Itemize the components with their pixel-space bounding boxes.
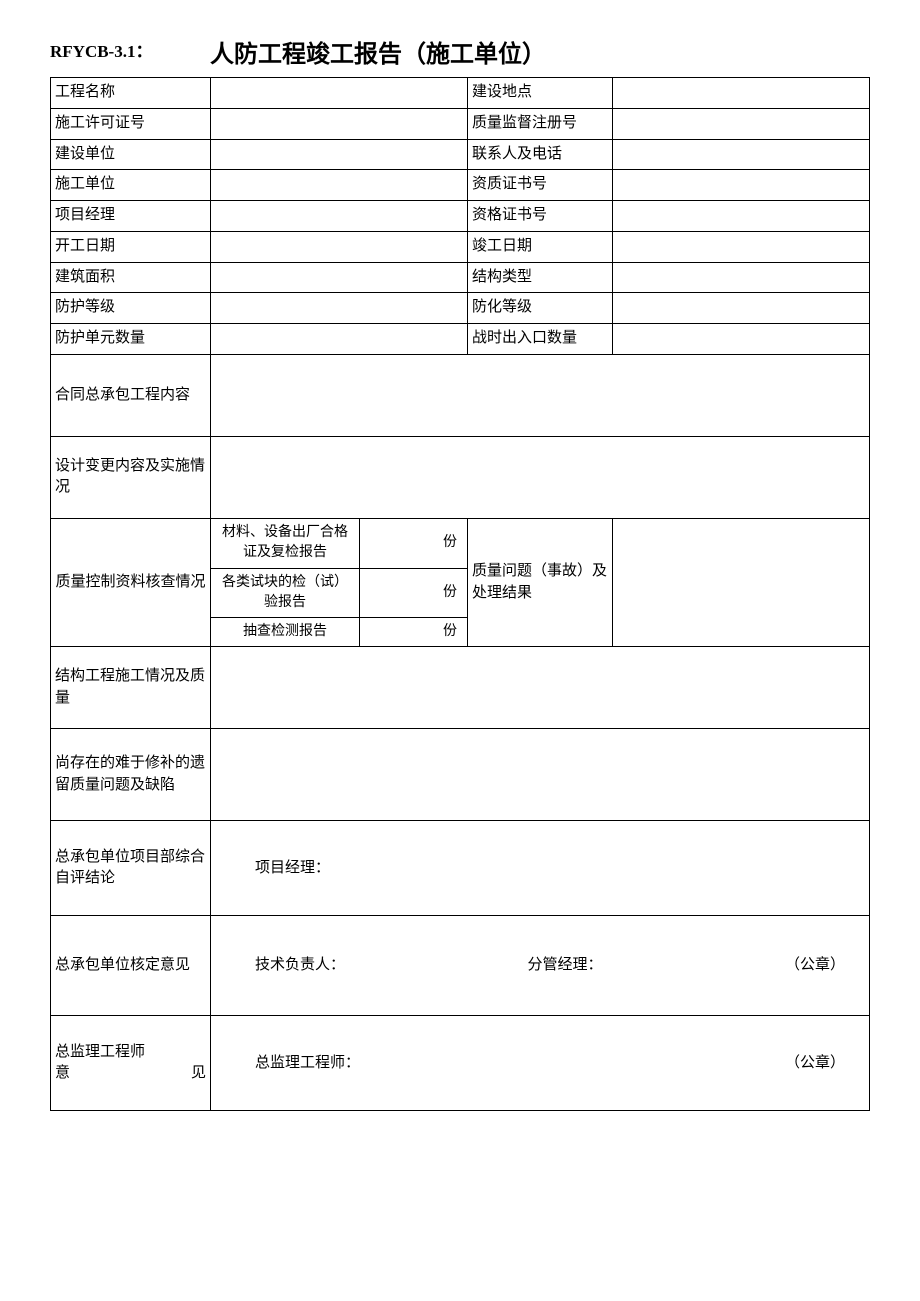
value-protection-grade[interactable] — [211, 293, 468, 324]
label-construction-site: 建设地点 — [468, 78, 613, 109]
label-qualif-cert2: 资格证书号 — [468, 201, 613, 232]
label-structure-type: 结构类型 — [468, 262, 613, 293]
label-chemical-grade: 防化等级 — [468, 293, 613, 324]
value-construct-unit[interactable] — [211, 170, 468, 201]
seal-label: （公章） — [785, 955, 845, 977]
value-end-date[interactable] — [613, 231, 870, 262]
value-chemical-grade[interactable] — [613, 293, 870, 324]
label-spot-check: 抽查检测报告 — [211, 618, 359, 646]
seal-label: （公章） — [785, 1053, 845, 1075]
label-construct-unit: 施工单位 — [51, 170, 211, 201]
value-construction-site[interactable] — [613, 78, 870, 109]
header: RFYCB-3.1： 人防工程竣工报告（施工单位） — [50, 40, 870, 71]
label-wartime-entrances: 战时出入口数量 — [468, 324, 613, 355]
value-permit-no[interactable] — [211, 108, 468, 139]
value-quality-reg-no[interactable] — [613, 108, 870, 139]
deputy-mgr-sig-label: 分管经理： — [527, 955, 602, 977]
chief-eng-sig-label: 总监理工程师： — [255, 1053, 360, 1075]
unit-copies: 份 — [443, 624, 457, 639]
value-project-name[interactable] — [211, 78, 468, 109]
value-contractor-approval[interactable]: 技术负责人： 分管经理： （公章） — [211, 916, 870, 1016]
value-contract-scope[interactable] — [211, 354, 870, 436]
tech-lead-sig-label: 技术负责人： — [255, 955, 345, 977]
label-structure-quality: 结构工程施工情况及质量 — [51, 647, 211, 729]
value-contractor-self-eval[interactable]: 项目经理： — [211, 821, 870, 916]
label-material-cert: 材料、设备出厂合格证及复检报告 — [211, 519, 359, 568]
unit-copies: 份 — [443, 535, 457, 550]
value-design-change[interactable] — [211, 436, 870, 518]
label-end-date: 竣工日期 — [468, 231, 613, 262]
label-protection-grade: 防护等级 — [51, 293, 211, 324]
value-building-area[interactable] — [211, 262, 468, 293]
value-start-date[interactable] — [211, 231, 468, 262]
label-protection-units: 防护单元数量 — [51, 324, 211, 355]
value-structure-quality[interactable] — [211, 647, 870, 729]
label-contract-scope: 合同总承包工程内容 — [51, 354, 211, 436]
label-pm: 项目经理 — [51, 201, 211, 232]
label-design-change: 设计变更内容及实施情况 — [51, 436, 211, 518]
label-contractor-self-eval: 总承包单位项目部综合自评结论 — [51, 821, 211, 916]
label-remaining-defects: 尚存在的难于修补的遗留质量问题及缺陷 — [51, 729, 211, 821]
label-test-block: 各类试块的检（试）验报告 — [211, 569, 359, 618]
label-quality-review: 质量控制资料核查情况 — [51, 518, 211, 646]
label-start-date: 开工日期 — [51, 231, 211, 262]
label-building-area: 建筑面积 — [51, 262, 211, 293]
label-quality-issue: 质量问题（事故）及处理结果 — [468, 518, 613, 646]
label-quality-reg-no: 质量监督注册号 — [468, 108, 613, 139]
value-protection-units[interactable] — [211, 324, 468, 355]
label-qualification-cert: 资质证书号 — [468, 170, 613, 201]
label-build-unit: 建设单位 — [51, 139, 211, 170]
value-build-unit[interactable] — [211, 139, 468, 170]
value-contact-phone[interactable] — [613, 139, 870, 170]
value-wartime-entrances[interactable] — [613, 324, 870, 355]
form-code: RFYCB-3.1： — [50, 40, 210, 64]
value-structure-type[interactable] — [613, 262, 870, 293]
value-remaining-defects[interactable] — [211, 729, 870, 821]
value-chief-engineer-opinion[interactable]: 总监理工程师： （公章） — [211, 1016, 870, 1111]
label-contractor-approval: 总承包单位核定意见 — [51, 916, 211, 1016]
value-qualif-cert2[interactable] — [613, 201, 870, 232]
value-qualification-cert[interactable] — [613, 170, 870, 201]
label-contact-phone: 联系人及电话 — [468, 139, 613, 170]
label-chief-engineer-opinion: 总监理工程师 意见 — [51, 1016, 211, 1111]
pm-sig-label: 项目经理： — [255, 860, 330, 876]
value-quality-issue[interactable] — [613, 518, 870, 646]
document-title: 人防工程竣工报告（施工单位） — [210, 40, 870, 71]
label-permit-no: 施工许可证号 — [51, 108, 211, 139]
unit-copies: 份 — [443, 585, 457, 600]
form-table: 工程名称 建设地点 施工许可证号 质量监督注册号 建设单位 联系人及电话 施工单… — [50, 77, 870, 1111]
value-pm[interactable] — [211, 201, 468, 232]
label-project-name: 工程名称 — [51, 78, 211, 109]
